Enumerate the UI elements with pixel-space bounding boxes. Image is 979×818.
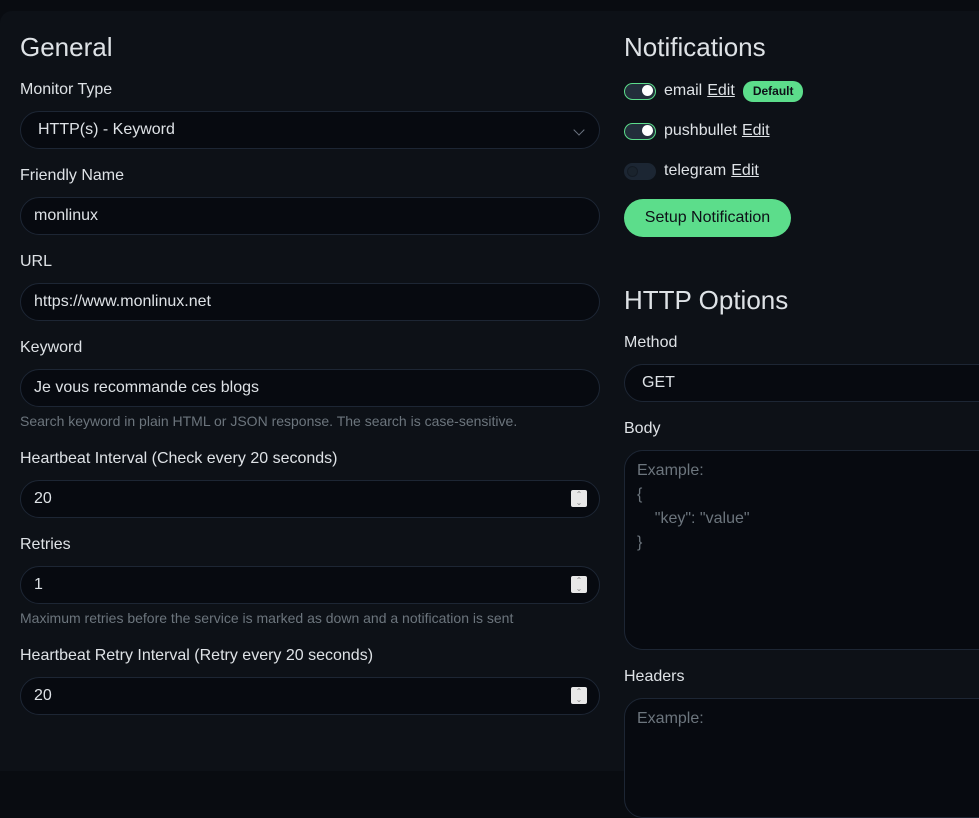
friendly-name-value: monlinux bbox=[34, 207, 99, 224]
number-spinner[interactable]: ⌃ ⌄ bbox=[571, 490, 587, 507]
retry-interval-label: Heartbeat Retry Interval (Retry every 20… bbox=[20, 647, 374, 664]
retry-interval-input[interactable]: 20 ⌃ ⌄ bbox=[20, 677, 600, 715]
retry-interval-value: 20 bbox=[34, 687, 52, 704]
retries-input[interactable]: 1 ⌃ ⌄ bbox=[20, 566, 600, 604]
notification-name: email bbox=[664, 82, 703, 99]
notification-item-email: email Edit Default bbox=[624, 80, 804, 102]
telegram-toggle[interactable] bbox=[624, 162, 656, 180]
edit-telegram-link[interactable]: Edit bbox=[731, 162, 759, 180]
general-title: General bbox=[20, 32, 113, 62]
body-label: Body bbox=[624, 420, 661, 437]
setup-notification-button[interactable]: Setup Notification bbox=[624, 199, 791, 237]
notification-name: telegram bbox=[664, 162, 727, 179]
retries-value: 1 bbox=[34, 576, 43, 593]
monitor-type-value: HTTP(s) - Keyword bbox=[38, 121, 175, 138]
keyword-value: Je vous recommande ces blogs bbox=[34, 379, 259, 396]
notifications-title: Notifications bbox=[624, 32, 766, 62]
pushbullet-toggle[interactable] bbox=[624, 122, 656, 140]
chevron-down-icon bbox=[573, 124, 585, 136]
heartbeat-interval-value: 20 bbox=[34, 490, 52, 507]
method-select[interactable]: GET bbox=[624, 364, 979, 402]
edit-pushbullet-link[interactable]: Edit bbox=[742, 122, 770, 140]
edit-email-link[interactable]: Edit bbox=[707, 82, 735, 100]
notification-item-telegram: telegram Edit bbox=[624, 160, 759, 182]
number-spinner[interactable]: ⌃ ⌄ bbox=[571, 576, 587, 593]
body-textarea[interactable]: Example: { "key": "value" } bbox=[624, 450, 979, 650]
keyword-label: Keyword bbox=[20, 339, 83, 356]
edit-monitor-panel: General Monitor Type HTTP(s) - Keyword F… bbox=[0, 11, 979, 818]
friendly-name-label: Friendly Name bbox=[20, 167, 125, 184]
method-label: Method bbox=[624, 334, 678, 351]
url-label: URL bbox=[20, 253, 53, 270]
number-spinner[interactable]: ⌃ ⌄ bbox=[571, 687, 587, 704]
monitor-type-label: Monitor Type bbox=[20, 81, 113, 98]
keyword-input[interactable]: Je vous recommande ces blogs bbox=[20, 369, 600, 407]
retries-help-text: Maximum retries before the service is ma… bbox=[20, 610, 514, 626]
email-toggle[interactable] bbox=[624, 82, 656, 100]
notification-item-pushbullet: pushbullet Edit bbox=[624, 120, 770, 142]
default-badge: Default bbox=[742, 80, 804, 102]
friendly-name-input[interactable]: monlinux bbox=[20, 197, 600, 235]
url-value: https://www.monlinux.net bbox=[34, 293, 211, 310]
method-value: GET bbox=[642, 374, 675, 391]
notification-name: pushbullet bbox=[664, 122, 737, 139]
heartbeat-interval-label: Heartbeat Interval (Check every 20 secon… bbox=[20, 450, 338, 467]
headers-label: Headers bbox=[624, 668, 685, 685]
keyword-help-text: Search keyword in plain HTML or JSON res… bbox=[20, 413, 518, 429]
url-input[interactable]: https://www.monlinux.net bbox=[20, 283, 600, 321]
retries-label: Retries bbox=[20, 536, 71, 553]
http-options-title: HTTP Options bbox=[624, 285, 789, 315]
headers-textarea[interactable]: Example: bbox=[624, 698, 979, 818]
monitor-type-select[interactable]: HTTP(s) - Keyword bbox=[20, 111, 600, 149]
heartbeat-interval-input[interactable]: 20 ⌃ ⌄ bbox=[20, 480, 600, 518]
